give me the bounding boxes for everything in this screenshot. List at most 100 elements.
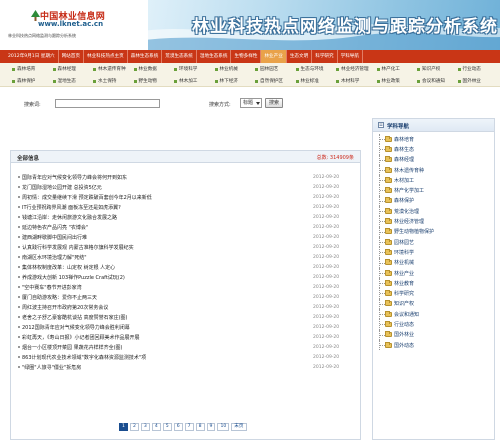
subject-nav-item[interactable]: 林业教育 — [376, 278, 492, 289]
subject-nav-item[interactable]: 林产化学加工 — [376, 185, 492, 196]
pager-page[interactable]: 7 — [184, 423, 194, 431]
secondary-nav-item[interactable]: 林业政策 — [376, 78, 418, 84]
secondary-nav-item[interactable]: 知识产权 — [417, 66, 458, 72]
news-item[interactable]: 龙门国际湿地公园开建 总投资5亿元 2012-09-20 — [11, 182, 360, 192]
news-item[interactable]: 周红波主持召开市政府第20次常务会议 2012-09-20 — [11, 302, 360, 312]
news-item[interactable]: "空中赛车"春节开进彭家湾 2012-09-20 — [11, 282, 360, 292]
secondary-nav-item[interactable]: 林木加工 — [174, 78, 215, 84]
news-title[interactable]: 钱塘江沿岸：走休闲旅游文化融合发展之路 — [22, 214, 360, 221]
subject-nav-item[interactable]: 森林生态 — [376, 144, 492, 155]
subject-nav-item[interactable]: 知识产权 — [376, 298, 492, 310]
secondary-nav-item[interactable]: 生态与环境 — [295, 66, 337, 72]
pager-page[interactable]: 9 — [206, 423, 216, 431]
news-title[interactable]: IT行业预祝跨界风潮 面板冻至还是如虎添翼? — [22, 204, 360, 211]
subject-nav-item[interactable]: 林业机械 — [376, 257, 492, 268]
subject-nav-item[interactable]: 森林经理 — [376, 154, 492, 165]
pager-page[interactable]: 3 — [140, 423, 150, 431]
secondary-nav-item[interactable]: 野生动物 — [133, 78, 175, 84]
secondary-nav-item[interactable]: 水土保持 — [93, 78, 134, 84]
search-button[interactable]: 搜索 — [265, 98, 283, 108]
news-title[interactable]: 认真践行科学发展观 内蒙古准格尔旗科学发展纪实 — [22, 244, 360, 251]
secondary-nav-item[interactable]: 森林培育 — [12, 66, 53, 72]
pager-last[interactable]: 末页 — [231, 423, 247, 431]
news-item[interactable]: IT行业预祝跨界风潮 面板冻至还是如虎添翼? 2012-09-20 — [11, 202, 360, 212]
secondary-nav-item[interactable]: 林木遗传育种 — [93, 66, 134, 72]
pager-page[interactable]: 8 — [195, 423, 205, 431]
subject-nav-item[interactable]: 林木遗传育种 — [376, 164, 492, 176]
subject-nav-item[interactable]: 木材加工 — [376, 175, 492, 186]
news-item[interactable]: 2012国际青年应对气候变化领导力峰会胜利闭幕 2012-09-20 — [11, 322, 360, 332]
subject-nav-item[interactable]: 野生动物植物保护 — [376, 226, 492, 237]
nav-item[interactable]: 生态文明 — [287, 50, 313, 63]
pager-page[interactable]: 1 — [119, 423, 128, 431]
news-item[interactable]: 延边特色农产品闪亮 "农博会" 2012-09-20 — [11, 222, 360, 232]
subject-nav-item[interactable]: 会议和通知 — [376, 309, 492, 320]
news-title[interactable]: "绿圈"人旅寻"僵业"拆危房 — [22, 364, 360, 371]
secondary-nav-item[interactable]: 木材科学 — [336, 78, 377, 84]
news-item[interactable]: "绿圈"人旅寻"僵业"拆危房 2012-09-20 — [11, 362, 360, 372]
nav-item[interactable]: 学科导航 — [338, 50, 363, 63]
pager-page[interactable]: 5 — [162, 423, 172, 431]
nav-item[interactable]: 生物多样性 — [231, 50, 262, 63]
subject-nav-item[interactable]: 科学研究 — [376, 288, 492, 299]
subject-nav-item[interactable]: 环境科学 — [376, 247, 492, 258]
secondary-nav-item[interactable]: 会议和通知 — [417, 78, 458, 84]
pager-page[interactable]: 10 — [217, 423, 230, 431]
secondary-nav-item[interactable]: 林产化工 — [376, 66, 418, 72]
nav-item[interactable]: 科学研究 — [312, 50, 338, 63]
news-title[interactable]: 集体林权制度改革：山定权 树定根 人定心 — [22, 264, 360, 271]
pager-page[interactable]: 4 — [151, 423, 161, 431]
subject-nav-item[interactable]: 园林园艺 — [376, 236, 492, 248]
secondary-nav-item[interactable]: 行业动态 — [457, 66, 499, 72]
news-title[interactable]: 2012国际青年应对气候变化领导力峰会胜利闭幕 — [22, 324, 360, 331]
news-title[interactable]: 厦门自助游攻略：爱你不止两三天 — [22, 294, 360, 301]
news-title[interactable]: 建西湖畔歇脚中国民间出行难 — [22, 234, 360, 241]
news-title[interactable]: "空中赛车"春节开进彭家湾 — [22, 284, 360, 291]
news-item[interactable]: 国际青年应对气候变化领导力峰会将何开到如东 2012-09-20 — [11, 172, 360, 182]
news-title[interactable]: 863计划现代农业技术领域"数字化森林资源监测技术"项 — [22, 354, 360, 361]
news-title[interactable]: 国际青年应对气候变化领导力峰会将何开到如东 — [22, 174, 360, 181]
secondary-nav-item[interactable]: 自然保护区 — [255, 78, 296, 84]
pager-page[interactable]: 2 — [129, 423, 139, 431]
subject-nav-item[interactable]: 林业产业 — [376, 267, 492, 279]
secondary-nav-item[interactable]: 森林经理 — [52, 66, 94, 72]
news-title[interactable]: 彩虹再天，《寿山日报》小记者团回顾美术作品展开展 — [22, 334, 360, 341]
nav-item[interactable]: 网站首页 — [59, 50, 84, 63]
news-title[interactable]: 延边特色农产品闪亮 "农博会" — [22, 224, 360, 231]
subject-nav-item[interactable]: 森林保护 — [376, 195, 492, 207]
nav-item[interactable]: 荒漠生态系统 — [162, 50, 197, 63]
pager-page[interactable]: 6 — [173, 423, 183, 431]
news-item[interactable]: 周初情：成交量继续下滑 预定跌破百套创今年2月以来新低 2012-09-20 — [11, 192, 360, 202]
news-title[interactable]: 养成游戏大创新 103禅作Puzzle Craft试玩(2) — [22, 274, 360, 281]
secondary-nav-item[interactable]: 林业标准 — [295, 78, 337, 84]
news-item[interactable]: 建西湖畔歇脚中国民间出行难 2012-09-20 — [11, 232, 360, 242]
subject-nav-item[interactable]: 行业动态 — [376, 319, 492, 330]
news-item[interactable]: 认真践行科学发展观 内蒙古准格尔旗科学发展纪实 2012-09-20 — [11, 242, 360, 252]
secondary-nav-item[interactable]: 森林保护 — [12, 78, 53, 84]
secondary-nav-item[interactable]: 林业机械 — [214, 66, 256, 72]
secondary-nav-item[interactable]: 环境科学 — [174, 66, 215, 72]
news-title[interactable]: 烟台一小区楼顶开菜园 果蔬花卉样样齐全(图) — [22, 344, 360, 351]
nav-item[interactable]: 林业产业 — [261, 50, 287, 63]
news-item[interactable]: 彩虹再天，《寿山日报》小记者团回顾美术作品展开展 2012-09-20 — [11, 332, 360, 342]
secondary-nav-item[interactable]: 林下经济 — [214, 78, 256, 84]
nav-item[interactable]: 湿地生态系统 — [197, 50, 232, 63]
subject-nav-item[interactable]: 国外林业 — [376, 329, 492, 340]
subject-nav-item[interactable]: 国外动态 — [376, 339, 492, 351]
news-item[interactable]: 集体林权制度改革：山定权 树定根 人定心 2012-09-20 — [11, 262, 360, 272]
news-item[interactable]: 863计划现代农业技术领域"数字化森林资源监测技术"项 2012-09-20 — [11, 352, 360, 362]
subject-nav-item[interactable]: 荒漠化治理 — [376, 206, 492, 217]
news-title[interactable]: 周红波主持召开市政府第20次常务会议 — [22, 304, 360, 311]
news-item[interactable]: 南湖区水环境治理力解"死结" 2012-09-20 — [11, 252, 360, 262]
secondary-nav-item[interactable]: 林业数据 — [133, 66, 175, 72]
secondary-nav-item[interactable]: 国外林业 — [457, 78, 499, 84]
news-title[interactable]: 老舍之子舒乙豪客酷杭谈拈 高度赞誉石家庄(图) — [22, 314, 360, 321]
secondary-nav-item[interactable]: 园林园艺 — [255, 66, 296, 72]
subject-nav-item[interactable]: 森林培育 — [376, 134, 492, 145]
news-item[interactable]: 老舍之子舒乙豪客酷杭谈拈 高度赞誉石家庄(图) 2012-09-20 — [11, 312, 360, 322]
news-title[interactable]: 南湖区水环境治理力解"死结" — [22, 254, 360, 261]
news-item[interactable]: 养成游戏大创新 103禅作Puzzle Craft试玩(2) 2012-09-20 — [11, 272, 360, 282]
secondary-nav-item[interactable]: 林业经济管理 — [336, 66, 377, 72]
subject-nav-item[interactable]: 林业经济管理 — [376, 216, 492, 227]
news-title[interactable]: 龙门国际湿地公园开建 总投资5亿元 — [22, 184, 360, 191]
